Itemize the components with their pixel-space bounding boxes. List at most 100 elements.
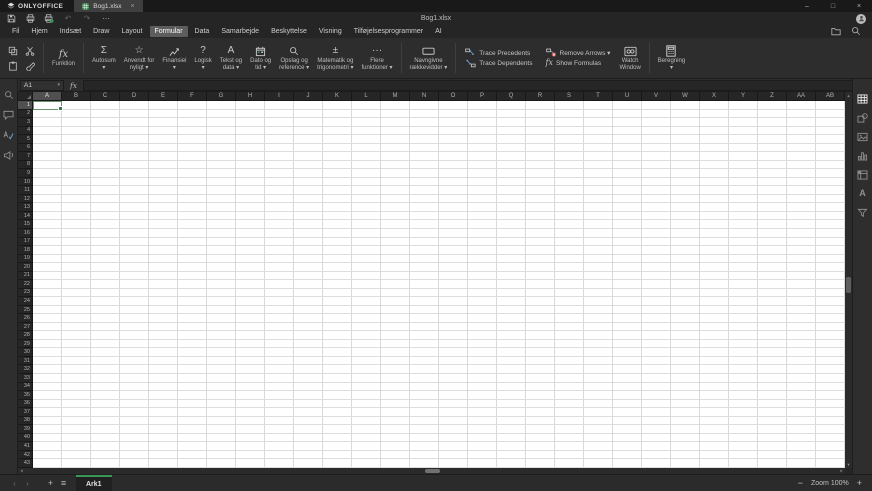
row-header-43[interactable]: 43 [18, 459, 33, 468]
row-header-42[interactable]: 42 [18, 450, 33, 460]
sheet-row[interactable] [33, 220, 845, 229]
column-header-r[interactable]: R [526, 92, 555, 101]
document-tab-close-icon[interactable]: × [130, 3, 134, 10]
insert-function-fx-button[interactable]: fx [64, 81, 83, 90]
sheet-row[interactable] [33, 246, 845, 255]
sheet-row[interactable] [33, 442, 845, 451]
redo-button[interactable]: ↷ [82, 13, 92, 24]
left-panel-feedback-button[interactable] [3, 149, 15, 160]
menu-tab-formular[interactable]: Formular [149, 26, 188, 37]
sheet-row[interactable] [33, 178, 845, 187]
vertical-scrollbar[interactable]: ▴ ▾ [845, 92, 852, 468]
row-header-15[interactable]: 15 [18, 220, 33, 229]
column-header-j[interactable]: J [294, 92, 323, 101]
add-sheet-button[interactable]: + [44, 478, 57, 488]
row-header-21[interactable]: 21 [18, 271, 33, 281]
sheet-row[interactable] [33, 263, 845, 272]
column-header-y[interactable]: Y [729, 92, 758, 101]
zoom-in-button[interactable]: + [857, 478, 862, 488]
ribbon-button-lookup-reference[interactable]: Opslag og reference ▾ [275, 41, 313, 75]
left-panel-spellcheck-button[interactable] [3, 129, 15, 140]
sheet-row[interactable] [33, 289, 845, 298]
menu-tab-hjem[interactable]: Hjem [26, 26, 52, 37]
sheet-tab-ark1[interactable]: Ark1 [76, 475, 112, 491]
row-header-7[interactable]: 7 [18, 152, 33, 161]
copy-button[interactable] [6, 44, 19, 57]
row-header-30[interactable]: 30 [18, 348, 33, 357]
sheet-row[interactable] [33, 323, 845, 332]
row-header-32[interactable]: 32 [18, 365, 33, 374]
cut-button[interactable] [23, 44, 36, 57]
left-panel-comments-button[interactable] [3, 109, 15, 120]
row-header-28[interactable]: 28 [18, 331, 33, 340]
select-all-corner[interactable] [18, 92, 33, 101]
close-button[interactable]: × [846, 0, 872, 12]
sheet-row[interactable] [33, 280, 845, 289]
column-header-h[interactable]: H [236, 92, 265, 101]
row-header-5[interactable]: 5 [18, 135, 33, 144]
sheet-row[interactable] [33, 255, 845, 264]
row-header-23[interactable]: 23 [18, 288, 33, 298]
sheet-row[interactable] [33, 348, 845, 357]
column-header-n[interactable]: N [410, 92, 439, 101]
ribbon-button-trace-dependents[interactable]: Trace Dependents [465, 58, 533, 68]
column-header-x[interactable]: X [700, 92, 729, 101]
scroll-down-icon[interactable]: ▾ [845, 461, 852, 468]
right-panel-image-settings-button[interactable] [857, 131, 869, 142]
ribbon-button-date-time[interactable]: Dato og tid ▾ [246, 41, 275, 75]
column-header-p[interactable]: P [468, 92, 497, 101]
save-button[interactable] [6, 13, 16, 24]
minimize-button[interactable]: – [794, 0, 820, 12]
ribbon-button-watch-window[interactable]: Watch Window [615, 41, 644, 75]
row-header-37[interactable]: 37 [18, 408, 33, 417]
sheet-row[interactable] [33, 400, 845, 409]
sheet-row[interactable] [33, 212, 845, 221]
menu-tab-layout[interactable]: Layout [116, 26, 147, 37]
sheet-row[interactable] [33, 297, 845, 306]
paste-button[interactable] [6, 59, 19, 72]
more-button[interactable]: ··· [101, 13, 111, 24]
right-panel-pivot-settings-button[interactable] [857, 169, 869, 180]
right-panel-text-art-settings-button[interactable]: A [857, 188, 869, 199]
sheet-row[interactable] [33, 340, 845, 349]
fill-handle[interactable] [58, 106, 63, 111]
menu-tab-beskyttelse[interactable]: Beskyttelse [266, 26, 312, 37]
row-header-26[interactable]: 26 [18, 314, 33, 323]
row-header-6[interactable]: 6 [18, 143, 33, 153]
sheet-row[interactable] [33, 203, 845, 212]
prev-sheet-button[interactable]: ‹ [8, 479, 21, 488]
sheet-list-button[interactable]: ≡ [57, 478, 70, 488]
print-button[interactable] [25, 13, 35, 24]
column-header-z[interactable]: Z [758, 92, 787, 101]
sheet-row[interactable] [33, 135, 845, 144]
sheet-row[interactable] [33, 306, 845, 315]
sheet-row[interactable] [33, 272, 845, 281]
row-header-3[interactable]: 3 [18, 118, 33, 127]
copy-style-button[interactable] [23, 59, 36, 72]
column-header-e[interactable]: E [149, 92, 178, 101]
sheet-row[interactable] [33, 357, 845, 366]
row-header-12[interactable]: 12 [18, 194, 33, 204]
row-header-9[interactable]: 9 [18, 169, 33, 178]
row-header-31[interactable]: 31 [18, 356, 33, 366]
sheet-row[interactable] [33, 238, 845, 247]
menu-tab-indsæt[interactable]: Indsæt [55, 26, 86, 37]
ribbon-button-financial[interactable]: Finansiel ▾ [158, 41, 190, 75]
row-header-33[interactable]: 33 [18, 374, 33, 383]
sheet-row[interactable] [33, 425, 845, 434]
sheet-row[interactable] [33, 408, 845, 417]
ribbon-button-logical[interactable]: ? Logisk ▾ [190, 41, 215, 75]
menu-tab-data[interactable]: Data [190, 26, 215, 37]
column-header-u[interactable]: U [613, 92, 642, 101]
right-panel-shape-settings-button[interactable] [857, 112, 869, 123]
ribbon-button-recently-used[interactable]: ☆ Anvendt for nyligt ▾ [120, 41, 159, 75]
menu-tab-tilføjelsesprogrammer[interactable]: Tilføjelsesprogrammer [349, 26, 428, 37]
row-header-20[interactable]: 20 [18, 263, 33, 272]
column-header-v[interactable]: V [642, 92, 671, 101]
cell-name-box[interactable]: A1 ▾ [20, 79, 64, 91]
column-header-t[interactable]: T [584, 92, 613, 101]
sheet-row[interactable] [33, 374, 845, 383]
column-header-a[interactable]: A [33, 92, 62, 101]
row-header-29[interactable]: 29 [18, 339, 33, 349]
column-header-q[interactable]: Q [497, 92, 526, 101]
